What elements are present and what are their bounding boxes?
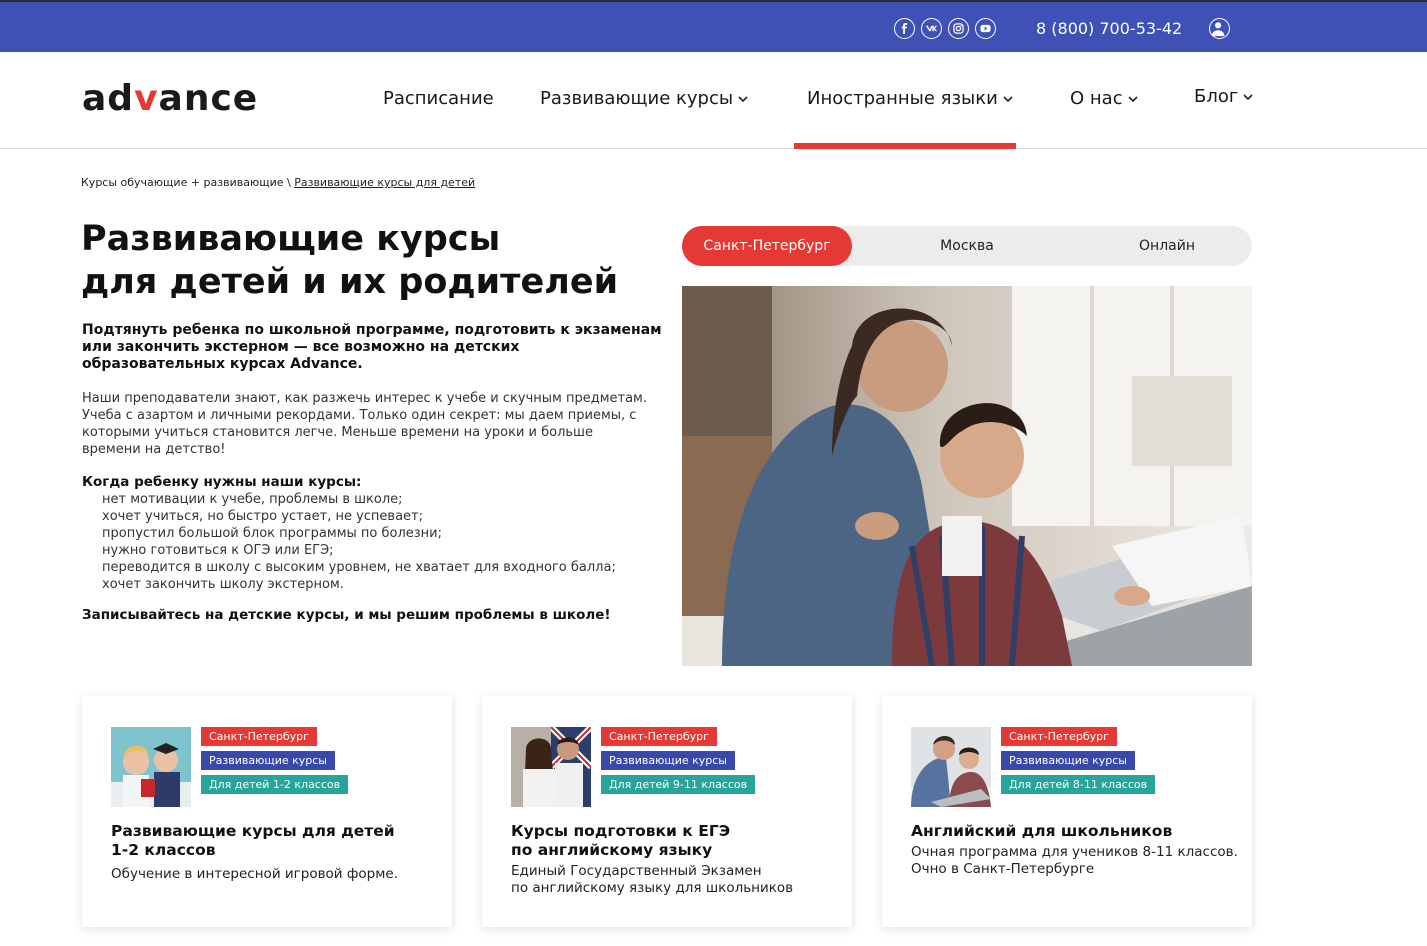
course-thumbnail [511,727,591,807]
hero-photo [682,286,1252,666]
tag-category: Развивающие курсы [201,751,335,770]
course-title: Развивающие курсы для детей 1-2 классов [111,822,395,859]
logo-check-mark: v [134,78,159,119]
course-title: Английский для школьников [911,822,1173,840]
course-card[interactable]: Санкт-Петербург Развивающие курсы Для де… [82,696,452,927]
active-nav-indicator [794,143,1016,149]
city-tab-online[interactable]: Онлайн [1082,226,1252,266]
course-description: Единый Государственный Экзамен по английс… [511,863,794,896]
course-card[interactable]: Санкт-Петербург Развивающие курсы Для де… [482,696,852,927]
when-needed-title: Когда ребенку нужны наши курсы: [82,474,362,490]
chevron-down-icon [1003,95,1013,102]
tag-city: Санкт-Петербург [1001,727,1117,746]
logo[interactable]: advance [82,78,258,119]
nav-item-foreign-languages[interactable]: Иностранные языки [807,88,1013,109]
tag-audience: Для детей 1-2 классов [201,775,349,794]
chevron-down-icon [1243,93,1253,100]
course-thumbnail [911,727,991,807]
instagram-icon[interactable] [948,18,969,39]
tag-city: Санкт-Петербург [601,727,717,746]
course-description: Очная программа для учеников 8-11 классо… [911,844,1238,877]
list-item: переводится в школу с высоким уровнем, н… [102,560,616,575]
nav-item-about[interactable]: О нас [1070,88,1138,109]
list-item: нет мотивации к учебе, проблемы в школе; [102,492,403,507]
breadcrumb: Курсы обучающие + развивающие \ Развиваю… [81,176,476,189]
user-account-icon[interactable] [1209,18,1230,39]
nav-item-blog[interactable]: Блог [1194,86,1253,107]
body-paragraph: Наши преподаватели знают, как разжечь ин… [82,391,647,457]
chevron-down-icon [738,95,748,102]
breadcrumb-root[interactable]: Курсы обучающие + развивающие [81,176,284,189]
list-item: хочет учиться, но быстро устает, не успе… [102,509,424,524]
tag-city: Санкт-Петербург [201,727,317,746]
city-switcher: Санкт-Петербург Москва Онлайн [682,226,1252,266]
youtube-icon[interactable] [975,18,996,39]
course-description: Обучение в интересной игровой форме. [111,866,399,882]
tag-audience: Для детей 9-11 классов [601,775,756,794]
social-links [894,18,996,39]
city-tab-spb[interactable]: Санкт-Петербург [682,226,852,266]
nav-item-development-courses[interactable]: Развивающие курсы [540,88,748,109]
tag-audience: Для детей 8-11 классов [1001,775,1156,794]
course-thumbnail [111,727,191,807]
site-header: advance Расписание Развивающие курсы Ино… [0,52,1427,149]
city-tab-moscow[interactable]: Москва [882,226,1052,266]
when-needed-list: нет мотивации к учебе, проблемы в школе;… [102,491,616,593]
course-title: Курсы подготовки к ЕГЭ по английскому язы… [511,822,731,859]
list-item: пропустил большой блок программы по боле… [102,526,443,541]
phone-number[interactable]: 8 (800) 700-53-42 [1036,19,1182,38]
nav-item-schedule[interactable]: Расписание [383,88,494,109]
page-title: Развивающие курсы для детей и их родителе… [81,219,619,302]
cta-text: Записывайтесь на детские курсы, и мы реш… [82,607,611,623]
lead-paragraph: Подтянуть ребенка по школьной программе,… [82,322,662,372]
facebook-icon[interactable] [894,18,915,39]
list-item: нужно готовиться к ОГЭ или ЕГЭ; [102,543,334,558]
course-tags: Санкт-Петербург Развивающие курсы Для де… [601,727,756,799]
breadcrumb-current[interactable]: Развивающие курсы для детей [294,176,475,189]
course-tags: Санкт-Петербург Развивающие курсы Для де… [1001,727,1156,799]
top-bar: 8 (800) 700-53-42 [0,0,1427,52]
vk-icon[interactable] [921,18,942,39]
tag-category: Развивающие курсы [1001,751,1135,770]
tag-category: Развивающие курсы [601,751,735,770]
chevron-down-icon [1128,95,1138,102]
course-card[interactable]: Санкт-Петербург Развивающие курсы Для де… [882,696,1252,927]
list-item: хочет закончить школу экстерном. [102,577,344,592]
course-tags: Санкт-Петербург Развивающие курсы Для де… [201,727,349,799]
